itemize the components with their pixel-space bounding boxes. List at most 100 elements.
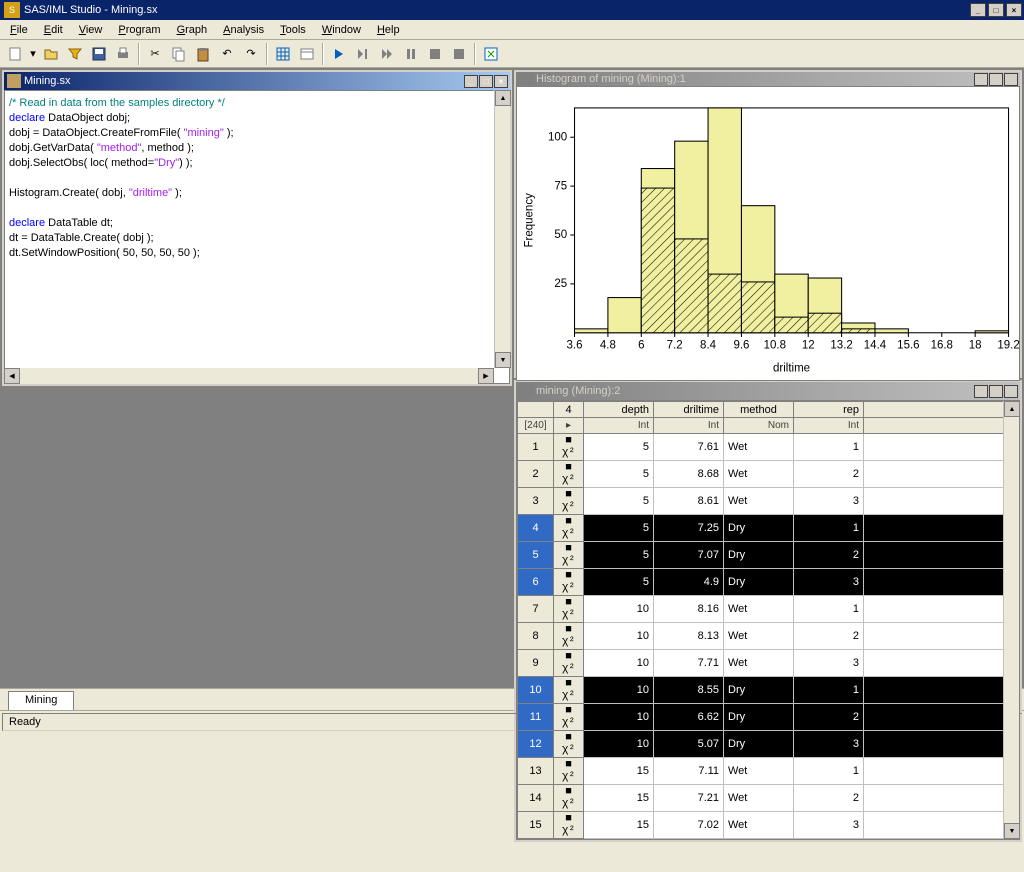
histogram-minimize-button[interactable]: _ [974, 73, 988, 86]
code-minimize-button[interactable]: _ [464, 75, 478, 88]
row-marker[interactable]: ■ χ² [554, 542, 584, 569]
cell-depth[interactable]: 10 [584, 731, 654, 758]
cell-driltime[interactable]: 4.9 [654, 569, 724, 596]
table-scrollbar-vertical[interactable]: ▲ ▼ [1003, 401, 1019, 839]
table-row[interactable]: 9■ χ²107.71Wet3 [518, 650, 1020, 677]
cell-rep[interactable]: 3 [794, 812, 864, 839]
cell-method[interactable]: Wet [724, 812, 794, 839]
row-marker[interactable]: ■ χ² [554, 677, 584, 704]
cell-depth[interactable]: 10 [584, 677, 654, 704]
cell-rep[interactable]: 2 [794, 461, 864, 488]
table-minimize-button[interactable]: _ [974, 385, 988, 398]
cell-depth[interactable]: 10 [584, 704, 654, 731]
cell-driltime[interactable]: 7.25 [654, 515, 724, 542]
table-row[interactable]: 6■ χ²54.9Dry3 [518, 569, 1020, 596]
new-dropdown[interactable]: ▾ [28, 43, 38, 65]
row-header[interactable]: 2 [518, 461, 554, 488]
cell-depth[interactable]: 5 [584, 515, 654, 542]
open-button[interactable] [40, 43, 62, 65]
table-row[interactable]: 4■ χ²57.25Dry1 [518, 515, 1020, 542]
row-header[interactable]: 4 [518, 515, 554, 542]
table-row[interactable]: 12■ χ²105.07Dry3 [518, 731, 1020, 758]
row-header[interactable]: 1 [518, 434, 554, 461]
menu-analysis[interactable]: Analysis [215, 22, 272, 38]
cell-method[interactable]: Wet [724, 461, 794, 488]
close-button[interactable]: × [1006, 3, 1022, 17]
code-close-button[interactable]: × [494, 75, 508, 88]
paste-button[interactable] [192, 43, 214, 65]
row-header[interactable]: 12 [518, 731, 554, 758]
cell-method[interactable]: Dry [724, 542, 794, 569]
menu-edit[interactable]: Edit [36, 22, 71, 38]
cell-method[interactable]: Dry [724, 677, 794, 704]
col-depth[interactable]: depth [584, 402, 654, 418]
histogram-plot[interactable]: 2550751003.64.867.28.49.610.81213.214.41… [516, 86, 1020, 381]
next-button[interactable] [376, 43, 398, 65]
cell-rep[interactable]: 3 [794, 569, 864, 596]
menu-help[interactable]: Help [369, 22, 408, 38]
table-row[interactable]: 2■ χ²58.68Wet2 [518, 461, 1020, 488]
table-row[interactable]: 8■ χ²108.13Wet2 [518, 623, 1020, 650]
cell-depth[interactable]: 15 [584, 785, 654, 812]
cell-driltime[interactable]: 6.62 [654, 704, 724, 731]
row-header[interactable]: 5 [518, 542, 554, 569]
cell-method[interactable]: Wet [724, 596, 794, 623]
step-button[interactable] [352, 43, 374, 65]
cell-driltime[interactable]: 7.21 [654, 785, 724, 812]
cell-method[interactable]: Wet [724, 623, 794, 650]
menu-view[interactable]: View [71, 22, 111, 38]
table-row[interactable]: 10■ χ²108.55Dry1 [518, 677, 1020, 704]
cell-driltime[interactable]: 7.07 [654, 542, 724, 569]
stop2-button[interactable] [448, 43, 470, 65]
row-header[interactable]: 8 [518, 623, 554, 650]
histogram-window-titlebar[interactable]: Histogram of mining (Mining):1 _ □ × [516, 72, 1020, 86]
row-header[interactable]: 7 [518, 596, 554, 623]
row-marker[interactable]: ■ χ² [554, 758, 584, 785]
cell-method[interactable]: Dry [724, 704, 794, 731]
code-scrollbar-vertical[interactable]: ▲ ▼ [494, 90, 510, 368]
row-marker[interactable]: ■ χ² [554, 569, 584, 596]
maximize-button[interactable]: □ [988, 3, 1004, 17]
table-row[interactable]: 1■ χ²57.61Wet1 [518, 434, 1020, 461]
table-close-button[interactable]: × [1004, 385, 1018, 398]
save-button[interactable] [88, 43, 110, 65]
row-marker[interactable]: ■ χ² [554, 461, 584, 488]
code-maximize-button[interactable]: □ [479, 75, 493, 88]
menu-program[interactable]: Program [110, 22, 168, 38]
table-maximize-button[interactable]: □ [989, 385, 1003, 398]
cell-depth[interactable]: 5 [584, 542, 654, 569]
scroll-down-icon[interactable]: ▼ [495, 352, 511, 368]
row-marker[interactable]: ■ χ² [554, 596, 584, 623]
data-table[interactable]: 4 depth driltime method rep [240] ▸ Int … [516, 400, 1020, 840]
new-button[interactable] [4, 43, 26, 65]
table-row[interactable]: 11■ χ²106.62Dry2 [518, 704, 1020, 731]
print-button[interactable] [112, 43, 134, 65]
cell-driltime[interactable]: 7.61 [654, 434, 724, 461]
row-header[interactable]: 10 [518, 677, 554, 704]
menu-window[interactable]: Window [314, 22, 369, 38]
cell-rep[interactable]: 3 [794, 731, 864, 758]
cell-driltime[interactable]: 7.71 [654, 650, 724, 677]
table-row[interactable]: 15■ χ²157.02Wet3 [518, 812, 1020, 839]
cell-rep[interactable]: 1 [794, 515, 864, 542]
cell-method[interactable]: Dry [724, 515, 794, 542]
redo-button[interactable]: ↷ [240, 43, 262, 65]
cell-driltime[interactable]: 8.55 [654, 677, 724, 704]
table-window-titlebar[interactable]: mining (Mining):2 _ □ × [516, 382, 1020, 400]
cell-depth[interactable]: 15 [584, 758, 654, 785]
table-scroll-up-icon[interactable]: ▲ [1004, 401, 1020, 417]
menu-tools[interactable]: Tools [272, 22, 314, 38]
cut-button[interactable]: ✂ [144, 43, 166, 65]
table-row[interactable]: 14■ χ²157.21Wet2 [518, 785, 1020, 812]
cell-rep[interactable]: 2 [794, 623, 864, 650]
cell-method[interactable]: Dry [724, 731, 794, 758]
minimize-button[interactable]: _ [970, 3, 986, 17]
cell-driltime[interactable]: 8.61 [654, 488, 724, 515]
row-header[interactable]: 13 [518, 758, 554, 785]
row-header[interactable]: 15 [518, 812, 554, 839]
col-method[interactable]: method [724, 402, 794, 418]
cell-method[interactable]: Wet [724, 434, 794, 461]
filter-button[interactable] [64, 43, 86, 65]
cell-method[interactable]: Wet [724, 488, 794, 515]
row-marker[interactable]: ■ χ² [554, 785, 584, 812]
